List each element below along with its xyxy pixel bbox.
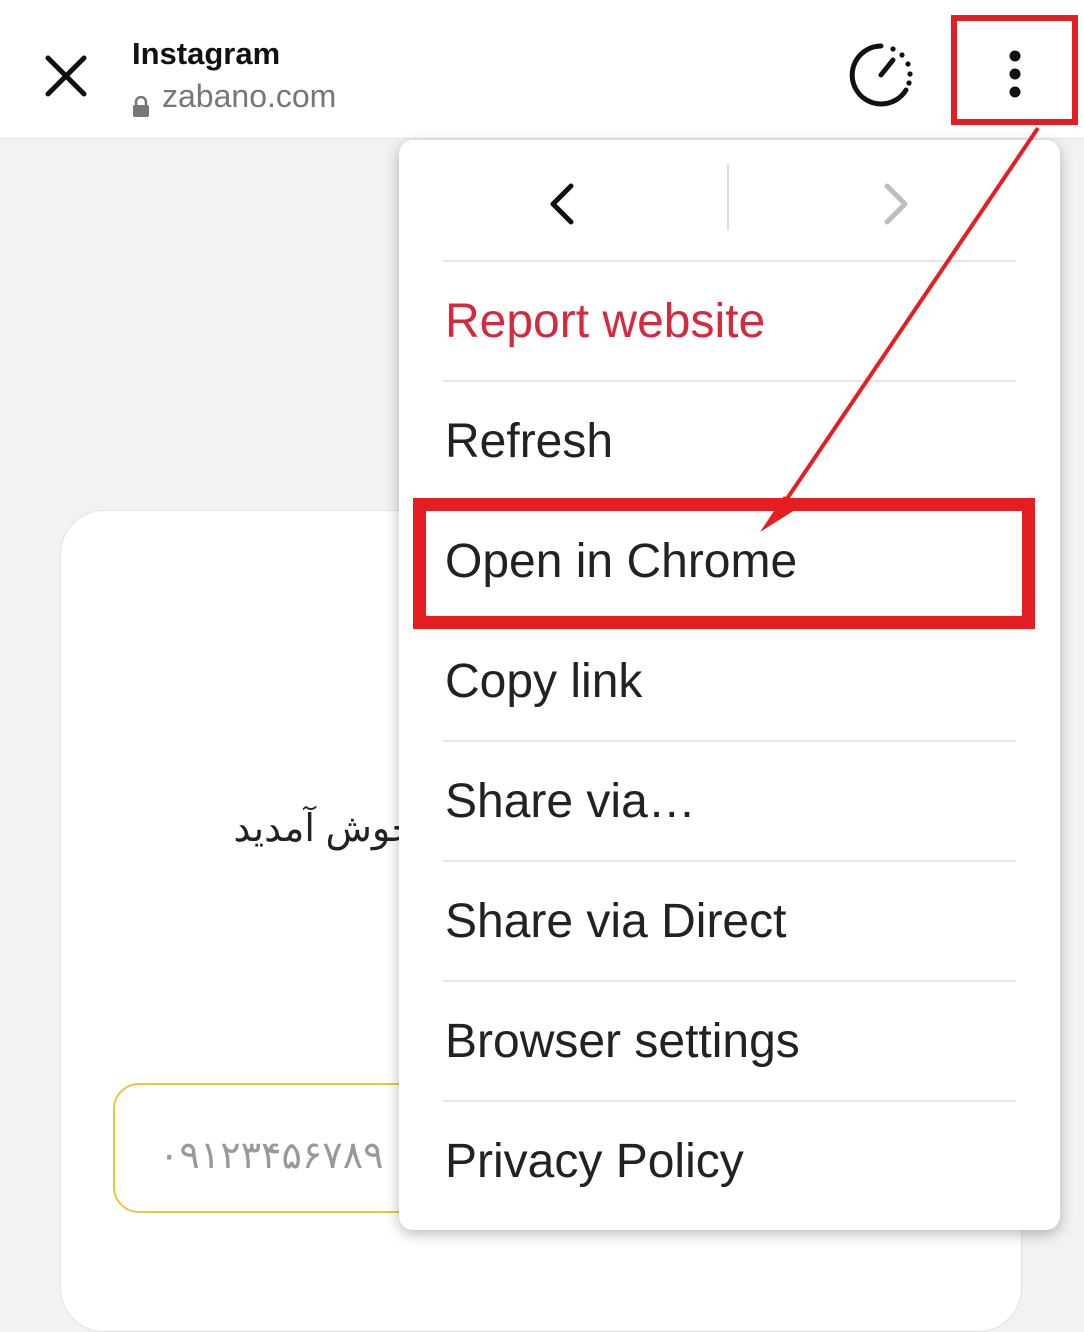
welcome-heading: خوش آمدید [233,808,415,850]
menu-item-share-via-direct[interactable]: Share via Direct [443,860,1016,980]
timer-icon[interactable] [846,40,916,110]
page-url: zabano.com [132,74,336,118]
open-in-chrome-annotation [413,498,1035,629]
page-info: Instagram zabano.com [132,34,336,118]
nav-divider [727,164,729,230]
menu-item-privacy-policy[interactable]: Privacy Policy [443,1100,1016,1220]
menu-item-copy-link[interactable]: Copy link [443,620,1016,740]
url-text: zabano.com [162,78,337,114]
navigation-row [399,140,1060,260]
menu-item-report-website[interactable]: Report website [443,260,1016,380]
menu-button-annotation [951,15,1078,125]
chevron-right-icon [865,174,925,234]
menu-item-refresh[interactable]: Refresh [443,380,1016,500]
overflow-menu: Report website Refresh Open in Chrome Co… [399,140,1060,1230]
browser-toolbar: Instagram zabano.com [0,0,1084,139]
menu-item-share-via[interactable]: Share via… [443,740,1016,860]
chevron-left-icon[interactable] [533,174,593,234]
menu-item-browser-settings[interactable]: Browser settings [443,980,1016,1100]
page-title: Instagram [132,36,281,71]
lock-icon [132,85,150,117]
close-icon[interactable] [36,46,96,106]
